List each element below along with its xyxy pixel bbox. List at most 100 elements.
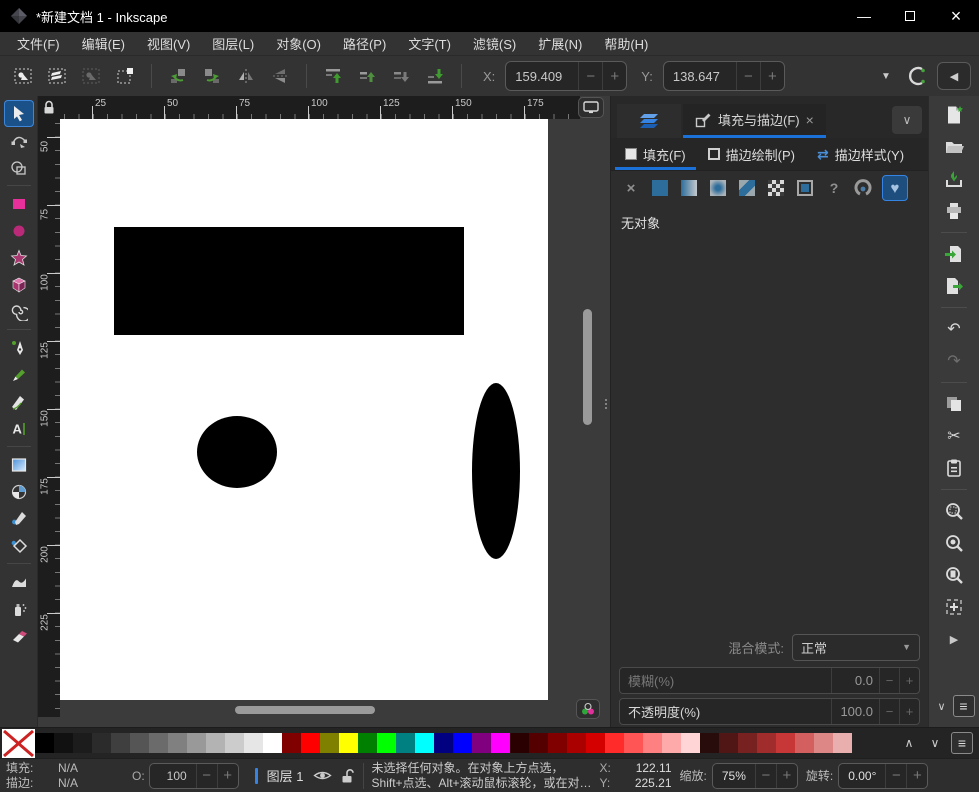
subtab-stroke-style[interactable]: ⇄描边样式(Y) xyxy=(807,138,914,170)
palette-swatch[interactable] xyxy=(491,733,510,753)
palette-swatch[interactable] xyxy=(700,733,719,753)
save-document-button[interactable] xyxy=(942,168,966,190)
palette-swatch[interactable] xyxy=(814,733,833,753)
ruler-lock-corner[interactable] xyxy=(38,96,60,119)
palette-swatch[interactable] xyxy=(567,733,586,753)
palette-swatch[interactable] xyxy=(396,733,415,753)
gradient-tool[interactable] xyxy=(4,451,34,478)
panel-resize-grip[interactable] xyxy=(605,399,607,409)
y-decrement-button[interactable]: − xyxy=(736,62,760,90)
menu-item[interactable]: 文字(T) xyxy=(397,32,462,55)
x-increment-button[interactable]: + xyxy=(602,62,626,90)
palette-swatch[interactable] xyxy=(757,733,776,753)
palette-swatch[interactable] xyxy=(130,733,149,753)
palette-swatch[interactable] xyxy=(168,733,187,753)
canvas-rectangle[interactable] xyxy=(114,227,464,335)
rotation-spinner[interactable]: 0.00° − + xyxy=(838,763,928,789)
palette-swatch[interactable] xyxy=(301,733,320,753)
palette-swatch[interactable] xyxy=(472,733,491,753)
box3d-tool[interactable] xyxy=(4,271,34,298)
menu-item[interactable]: 编辑(E) xyxy=(71,32,136,55)
palette-swatch[interactable] xyxy=(92,733,111,753)
zoom-drawing-button[interactable] xyxy=(942,532,966,554)
undo-button[interactable]: ↶ xyxy=(942,318,966,340)
x-decrement-button[interactable]: − xyxy=(578,62,602,90)
palette-swatch[interactable] xyxy=(35,733,54,753)
display-mode-button[interactable] xyxy=(578,97,604,118)
dock-options-chevron[interactable]: ∨ xyxy=(892,106,922,134)
subtab-fill[interactable]: 填充(F) xyxy=(615,138,696,170)
menu-item[interactable]: 帮助(H) xyxy=(593,32,659,55)
palette-swatch[interactable] xyxy=(244,733,263,753)
menu-item[interactable]: 视图(V) xyxy=(136,32,201,55)
paint-bucket-tool[interactable] xyxy=(4,532,34,559)
import-button[interactable] xyxy=(942,243,966,265)
open-document-button[interactable] xyxy=(942,136,966,158)
menu-item[interactable]: 文件(F) xyxy=(6,32,71,55)
tab-layers-dialog[interactable] xyxy=(617,104,681,138)
palette-scroll-up-button[interactable]: ∧ xyxy=(899,736,919,750)
palette-scroll-down-button[interactable]: ∨ xyxy=(925,736,945,750)
pattern-button[interactable] xyxy=(766,178,786,198)
document-page[interactable] xyxy=(60,119,548,700)
object-opacity-spinner[interactable]: 100 − + xyxy=(149,763,239,789)
palette-swatch[interactable] xyxy=(73,733,92,753)
toolbar-overflow-dropdown[interactable]: ▼ xyxy=(873,71,899,82)
pen-tool[interactable] xyxy=(4,334,34,361)
menu-item[interactable]: 对象(O) xyxy=(265,32,332,55)
select-all-button[interactable] xyxy=(8,62,38,90)
object-opacity-increment[interactable]: + xyxy=(217,764,238,788)
print-button[interactable] xyxy=(942,200,966,222)
palette-swatch[interactable] xyxy=(529,733,548,753)
raise-to-top-button[interactable] xyxy=(318,62,348,90)
blur-increment-button[interactable]: + xyxy=(899,668,919,693)
subtab-stroke-paint[interactable]: 描边绘制(P) xyxy=(698,138,805,170)
vertical-scrollbar[interactable] xyxy=(582,119,593,705)
blur-value[interactable]: 0.0 xyxy=(831,668,879,693)
palette-swatch[interactable] xyxy=(225,733,244,753)
horizontal-scrollbar[interactable] xyxy=(60,705,572,716)
palette-swatch[interactable] xyxy=(434,733,453,753)
palette-swatch[interactable] xyxy=(510,733,529,753)
x-value[interactable]: 159.409 xyxy=(506,69,578,84)
palette-swatch[interactable] xyxy=(548,733,567,753)
unknown-paint-button[interactable]: ? xyxy=(824,178,844,198)
layer-visibility-eye-icon[interactable] xyxy=(313,769,332,782)
tab-close-icon[interactable]: × xyxy=(806,112,814,128)
rotation-increment[interactable]: + xyxy=(906,764,927,788)
palette-menu-button[interactable]: ≡ xyxy=(951,732,973,754)
ellipse-tool[interactable] xyxy=(4,217,34,244)
command-bar-overflow-chevron[interactable]: ∨ xyxy=(934,700,950,713)
maximize-button[interactable] xyxy=(887,0,933,32)
flat-color-button[interactable] xyxy=(650,178,670,198)
palette-swatch[interactable] xyxy=(776,733,795,753)
flip-horizontal-button[interactable] xyxy=(231,62,261,90)
linear-gradient-button[interactable] xyxy=(679,178,699,198)
canvas-ellipse[interactable] xyxy=(472,383,520,559)
y-spinner[interactable]: 138.647 − + xyxy=(663,61,785,91)
snap-toggle-icon[interactable] xyxy=(903,62,933,90)
opacity-value[interactable]: 100.0 xyxy=(831,699,879,724)
next-page-button[interactable]: ▶ xyxy=(942,628,966,650)
export-button[interactable] xyxy=(942,275,966,297)
palette-swatch[interactable] xyxy=(263,733,282,753)
copy-button[interactable] xyxy=(942,393,966,415)
palette-swatch[interactable] xyxy=(149,733,168,753)
zoom-center-page-button[interactable] xyxy=(942,596,966,618)
node-tool[interactable] xyxy=(4,127,34,154)
layer-name[interactable]: 图层 1 xyxy=(267,766,304,785)
no-color-swatch[interactable] xyxy=(2,729,35,758)
canvas-viewport[interactable] xyxy=(60,119,580,703)
horizontal-scrollbar-thumb[interactable] xyxy=(235,706,375,714)
zoom-decrement[interactable]: − xyxy=(755,764,776,788)
radial-gradient-button[interactable] xyxy=(708,178,728,198)
spiral-tool[interactable] xyxy=(4,298,34,325)
selector-tool[interactable] xyxy=(4,100,34,127)
select-all-layers-button[interactable] xyxy=(42,62,72,90)
palette-swatch[interactable] xyxy=(738,733,757,753)
horizontal-ruler[interactable]: 255075100125150175 xyxy=(60,96,580,119)
paint-none-button[interactable]: × xyxy=(621,178,641,198)
paste-button[interactable] xyxy=(942,457,966,479)
rectangle-tool[interactable] xyxy=(4,190,34,217)
y-value[interactable]: 138.647 xyxy=(664,69,736,84)
